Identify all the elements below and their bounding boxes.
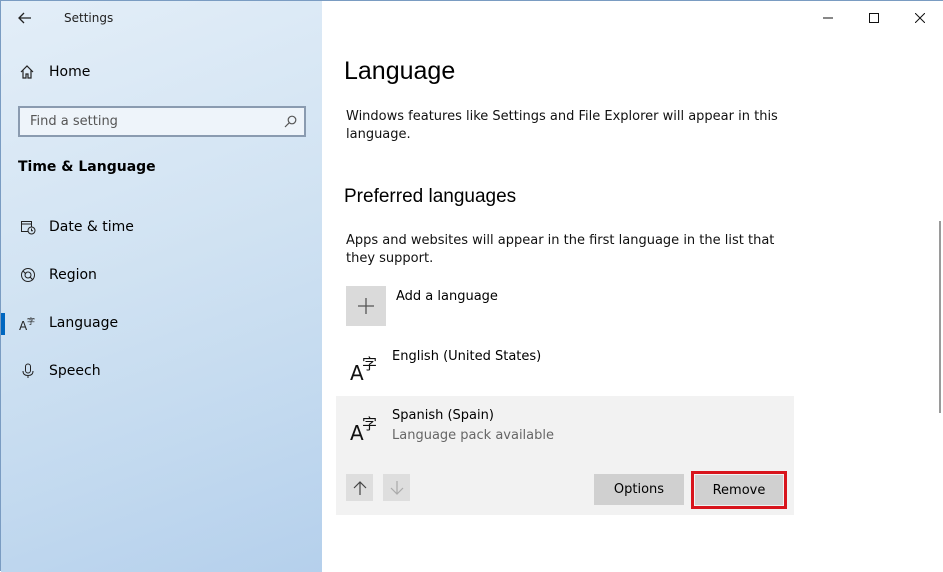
sidebar-item-date-time[interactable]: Date & time [1, 207, 322, 247]
sidebar-item-label: Date & time [49, 219, 134, 235]
arrow-down-icon [390, 480, 403, 495]
move-down-button[interactable] [383, 474, 410, 501]
globe-icon [18, 267, 38, 283]
search-box [18, 106, 306, 137]
language-icon: A 字 [350, 355, 377, 381]
svg-text:字: 字 [362, 355, 377, 373]
language-name: Spanish (Spain) [392, 408, 494, 423]
back-button[interactable] [13, 7, 37, 29]
app-title: Settings [64, 11, 114, 25]
language-icon: A 字 [18, 315, 38, 331]
sidebar-item-label: Language [49, 315, 119, 331]
language-item-english[interactable]: A 字 English (United States) [336, 341, 794, 395]
close-icon [915, 13, 925, 23]
sidebar-item-label: Region [49, 267, 97, 283]
home-label: Home [49, 64, 91, 80]
svg-text:字: 字 [362, 415, 377, 433]
minimize-button[interactable] [805, 1, 851, 35]
add-language-label: Add a language [396, 289, 498, 304]
move-up-button[interactable] [346, 474, 373, 501]
language-name: English (United States) [392, 349, 542, 364]
sidebar-item-speech[interactable]: Speech [1, 351, 322, 391]
language-status: Language pack available [392, 428, 554, 443]
search-input[interactable] [20, 113, 276, 130]
arrow-up-icon [353, 480, 366, 495]
titlebar-left: Settings [1, 1, 322, 35]
preferred-languages-description: Apps and websites will appear in the fir… [346, 233, 775, 266]
section-title: Time & Language [18, 159, 156, 175]
page-description: Windows features like Settings and File … [346, 109, 778, 142]
home-icon [20, 65, 34, 79]
scrollbar[interactable] [939, 221, 941, 413]
sidebar-item-region[interactable]: Region [1, 255, 322, 295]
language-icon: A 字 [350, 415, 377, 441]
back-arrow-icon [18, 12, 31, 24]
options-button[interactable]: Options [594, 474, 684, 505]
sidebar-item-label: Speech [49, 363, 101, 379]
maximize-icon [869, 13, 879, 23]
plus-icon [346, 286, 386, 326]
sidebar-item-language[interactable]: A 字 Language [1, 303, 322, 343]
microphone-icon [18, 363, 38, 379]
preferred-languages-heading: Preferred languages [344, 186, 517, 207]
page-title: Language [344, 57, 456, 85]
calendar-clock-icon [18, 219, 38, 235]
search-icon[interactable] [276, 115, 304, 128]
sidebar: Settings Home Time & Language [1, 1, 322, 572]
home-nav-item[interactable]: Home [19, 64, 90, 80]
main-content: Language Windows features like Settings … [322, 1, 943, 572]
remove-highlight-box [691, 471, 787, 509]
close-button[interactable] [897, 1, 943, 35]
maximize-button[interactable] [851, 1, 897, 35]
minimize-icon [823, 17, 833, 19]
settings-window: Settings Home Time & Language [0, 0, 943, 572]
svg-text:字: 字 [27, 316, 35, 326]
add-language-button[interactable]: Add a language [346, 286, 498, 326]
